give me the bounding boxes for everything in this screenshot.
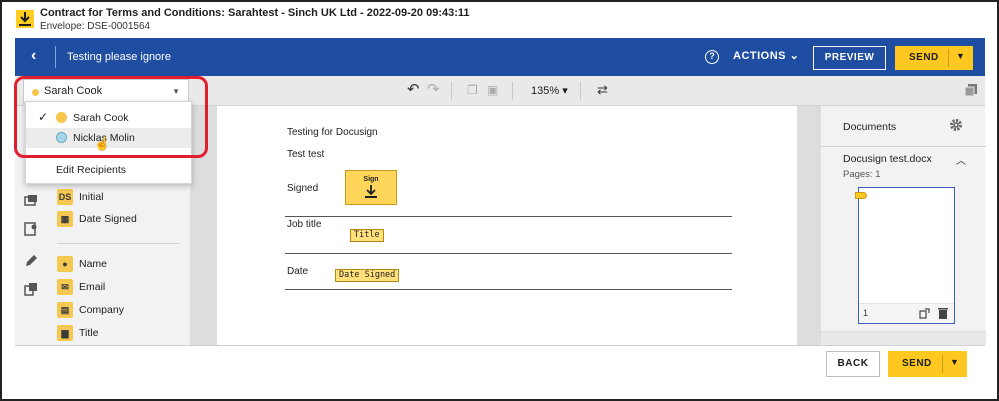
app-header: ‹ Testing please ignore ? ACTIONS ⌄ PREV… xyxy=(15,38,985,76)
download-arrow-icon xyxy=(365,185,377,198)
documents-title: Documents xyxy=(843,121,897,133)
envelope-icon: ✉ xyxy=(57,279,73,295)
trash-icon[interactable] xyxy=(937,307,949,319)
initial-icon: DS xyxy=(57,189,73,205)
title-bar: Contract for Terms and Conditions: Sarah… xyxy=(2,2,997,38)
actions-menu-button[interactable]: ACTIONS ⌄ xyxy=(733,49,799,62)
date-line xyxy=(285,289,732,290)
building-icon: ▤ xyxy=(57,302,73,318)
send-button[interactable]: SEND ▼ xyxy=(895,46,973,70)
panel-scrollbar[interactable] xyxy=(821,331,986,345)
date-label: Date xyxy=(287,266,309,277)
job-title-line xyxy=(285,253,732,254)
send-label: SEND xyxy=(902,358,932,369)
field-label: Initial xyxy=(79,191,104,203)
thumbnail-page-number: 1 xyxy=(863,308,869,318)
gear-icon[interactable] xyxy=(949,118,963,132)
send-split-divider xyxy=(948,49,949,67)
help-icon[interactable]: ? xyxy=(705,50,719,64)
signature-tag[interactable]: Sign xyxy=(345,170,397,205)
field-label: Email xyxy=(79,281,106,293)
calendar-icon: ▦ xyxy=(57,211,73,227)
send-options-caret-icon[interactable]: ▼ xyxy=(956,51,965,61)
header-divider xyxy=(55,46,56,68)
tag-marker xyxy=(855,192,867,199)
title-tag[interactable]: Title xyxy=(350,229,384,242)
document-title: Contract for Terms and Conditions: Sarah… xyxy=(40,7,470,19)
actions-label: ACTIONS xyxy=(733,50,786,62)
briefcase-icon: ▆ xyxy=(57,325,73,341)
redo-icon[interactable]: ↷ xyxy=(427,82,440,98)
send-split-divider xyxy=(942,355,943,373)
panel-divider xyxy=(57,243,180,244)
back-chevron-icon[interactable]: ‹ xyxy=(31,47,47,67)
page-thumbnail[interactable]: 1 xyxy=(855,187,955,324)
toolbar-divider xyxy=(451,82,452,100)
footer-divider xyxy=(15,345,985,346)
panel-divider xyxy=(821,146,986,147)
preview-button[interactable]: PREVIEW xyxy=(813,46,886,70)
edit-recipients-link[interactable]: Edit Recipients xyxy=(56,164,126,176)
zoom-value: 135% xyxy=(531,85,560,97)
sign-tag-label: Sign xyxy=(363,176,379,183)
doc-line-2: Test test xyxy=(287,149,325,160)
send-label: SEND xyxy=(909,52,939,63)
copy-pages-icon[interactable] xyxy=(964,83,978,97)
stamp-icon[interactable] xyxy=(24,194,38,208)
comment-icon[interactable]: ⇄ xyxy=(597,82,608,98)
field-label: Company xyxy=(79,304,124,316)
envelope-id: Envelope: DSE-0001564 xyxy=(40,21,151,32)
field-label: Name xyxy=(79,258,108,270)
field-search-icon[interactable] xyxy=(24,222,38,236)
zoom-select[interactable]: 135% ▾ xyxy=(531,84,568,97)
send-options-caret-icon[interactable]: ▼ xyxy=(950,357,959,367)
signature-line xyxy=(285,216,732,217)
person-icon: ● xyxy=(57,256,73,272)
paste-icon[interactable]: ▣ xyxy=(487,82,498,98)
date-signed-tag[interactable]: Date Signed xyxy=(335,269,400,282)
toolbar-divider xyxy=(512,82,513,100)
chevron-up-icon[interactable]: ︿ xyxy=(956,152,966,167)
envelope-name[interactable]: Testing please ignore xyxy=(67,51,171,63)
field-label: Title xyxy=(79,327,99,339)
toolbar-divider xyxy=(580,82,581,100)
page-count: Pages: 1 xyxy=(843,169,881,180)
job-title-label: Job title xyxy=(287,219,322,230)
undo-icon[interactable]: ↶ xyxy=(407,82,420,98)
highlight-annotation xyxy=(14,76,208,158)
rotate-page-icon[interactable] xyxy=(919,307,931,319)
pencil-icon[interactable] xyxy=(24,254,38,268)
doc-line-1: Testing for Docusign xyxy=(287,127,378,138)
copy-icon[interactable]: ❐ xyxy=(467,82,478,98)
document-file-name[interactable]: Docusign test.docx xyxy=(843,153,932,165)
thumbnail-footer: 1 xyxy=(859,303,954,323)
field-label: Date Signed xyxy=(79,213,137,225)
download-icon xyxy=(16,10,34,28)
signed-label: Signed xyxy=(287,183,319,194)
documents-panel: Documents Docusign test.docx ︿ Pages: 1 … xyxy=(820,106,986,345)
back-button[interactable]: BACK xyxy=(826,351,880,377)
layers-icon[interactable] xyxy=(24,282,38,296)
chevron-down-icon: ⌄ xyxy=(789,50,800,62)
footer-send-button[interactable]: SEND ▼ xyxy=(888,351,967,377)
